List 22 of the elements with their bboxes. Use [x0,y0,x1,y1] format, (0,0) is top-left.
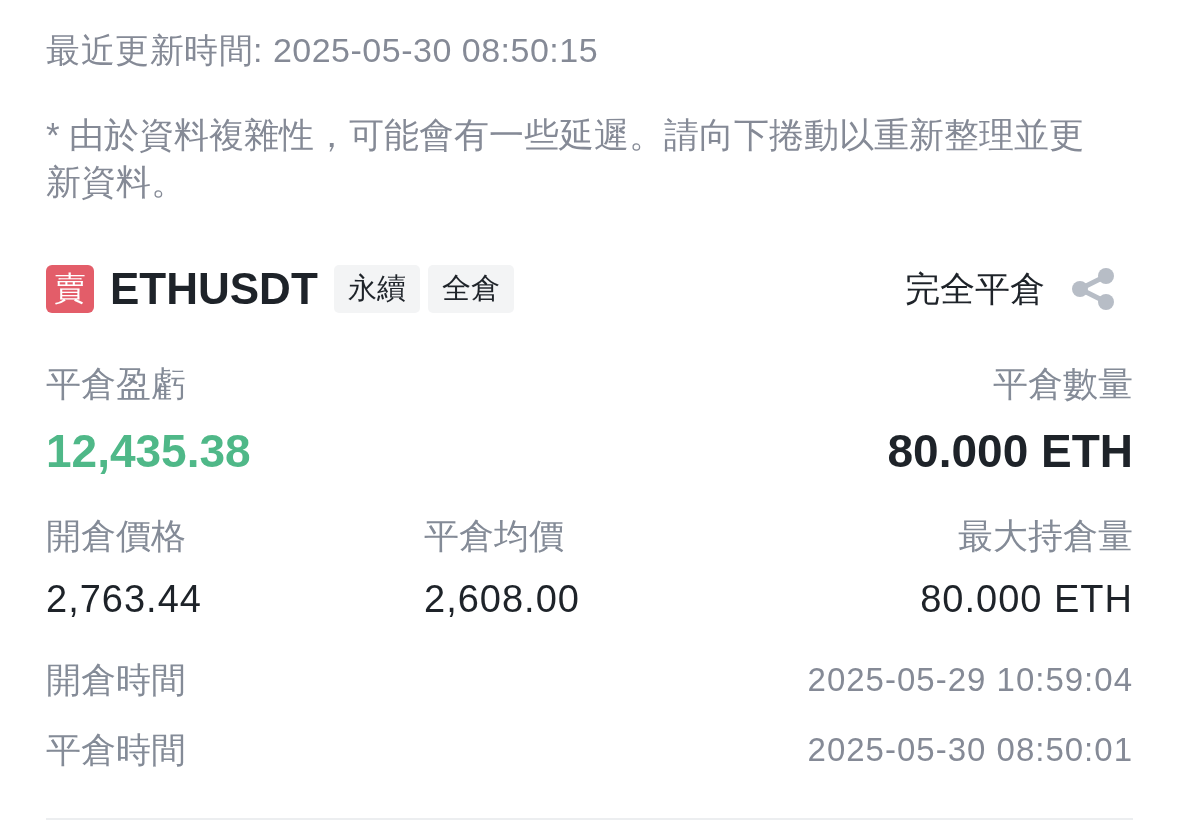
pnl-value: 12,435.38 [46,425,251,477]
sell-badge: 賣 [46,265,94,313]
price-label: 開倉價格 [46,516,186,556]
close-all-button[interactable]: 完全平倉 [905,265,1045,313]
quantity-value: 80.000 ETH [887,425,1133,477]
price-label: 最大持倉量 [958,516,1133,556]
last-updated-text: 最近更新時間: 2025-05-30 08:50:15 [46,30,600,70]
price-value: 80.000 ETH [920,577,1133,621]
price-label: 平倉均價 [424,516,564,556]
time-value: 2025-05-29 10:59:04 [807,661,1133,699]
time-label: 平倉時間 [46,730,186,770]
quantity-label: 平倉數量 [993,364,1133,404]
time-label: 開倉時間 [46,660,186,700]
delay-notice: * 由於資料複雜性，可能會有一些延遲。請向下捲動以重新整理並更新資料。 [46,114,1086,203]
price-value: 2,763.44 [46,577,202,621]
time-value: 2025-05-30 08:50:01 [807,731,1133,769]
pnl-label: 平倉盈虧 [46,364,186,404]
tag: 全倉 [427,265,514,313]
symbol-title: ETHUSDT [110,264,318,314]
tag: 永續 [333,265,420,313]
share-icon[interactable] [1071,267,1115,311]
price-value: 2,608.00 [424,577,580,621]
